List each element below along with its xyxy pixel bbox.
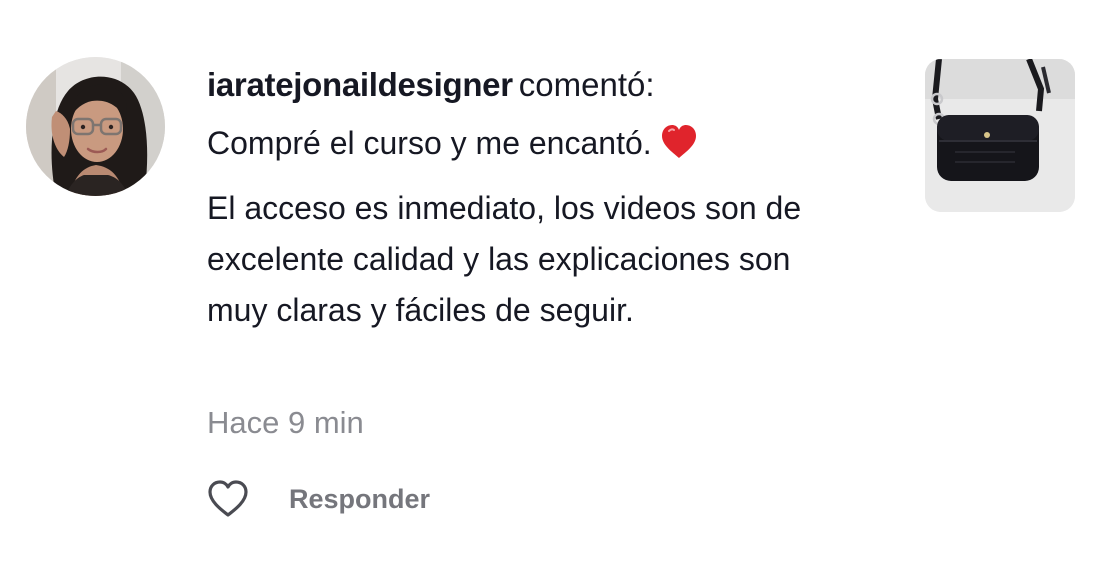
red-heart-emoji-icon [660, 124, 698, 175]
comment-paragraph: El acceso es inmediato, los videos son d… [207, 190, 802, 328]
username-link[interactable]: iaratejonaildesigner [207, 66, 513, 103]
reply-button[interactable]: Responder [289, 484, 430, 515]
comment-item: iaratejonaildesigner comentó: Compré el c… [0, 0, 1100, 562]
comment-timestamp: Hace 9 min [207, 405, 364, 440]
heart-outline-icon[interactable] [207, 479, 249, 519]
comment-content: iaratejonaildesigner comentó: Compré el c… [207, 62, 887, 336]
commented-label: comentó: [518, 66, 655, 103]
avatar-photo-icon [26, 57, 165, 196]
video-thumbnail[interactable] [925, 59, 1075, 212]
comment-actions: Responder [207, 477, 430, 521]
comment-header: iaratejonaildesigner comentó: [207, 62, 887, 108]
comment-first-line: Compré el curso y me encantó. [207, 118, 887, 175]
user-avatar[interactable] [26, 57, 165, 196]
comment-first-line-text: Compré el curso y me encantó. [207, 125, 652, 161]
crochet-bag-photo-icon [925, 59, 1075, 212]
